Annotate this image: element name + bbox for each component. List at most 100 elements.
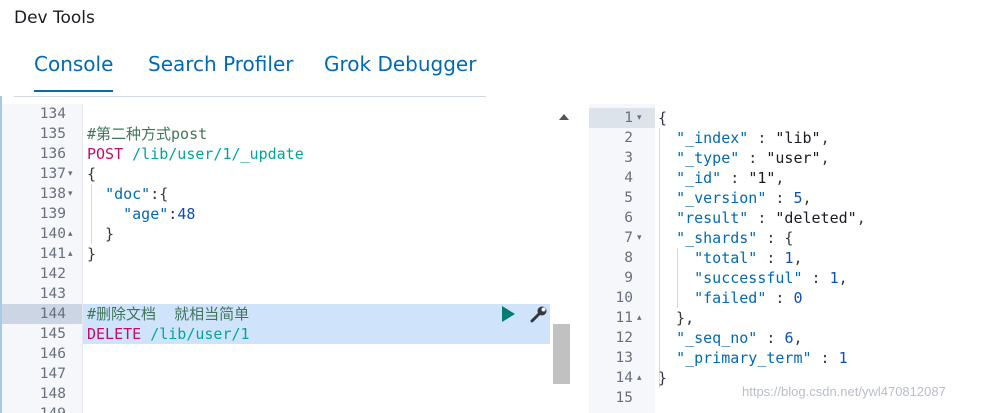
code-line[interactable]: 136 POST /lib/user/1/_update: [2, 144, 572, 164]
request-editor[interactable]: 134 135 #第二种方式post 136 POST /lib/user/1/_upd…: [2, 104, 572, 413]
fold-collapse-icon[interactable]: ▾: [637, 108, 642, 128]
code-token: 0: [793, 289, 803, 307]
code-text[interactable]: },: [658, 308, 694, 328]
line-number: 10: [615, 290, 633, 306]
code-text[interactable]: {: [658, 108, 667, 128]
fold-expand-icon[interactable]: ▴: [68, 244, 73, 264]
code-line[interactable]: 145 DELETE /lib/user/1: [2, 324, 572, 344]
code-token: :: [757, 329, 785, 347]
code-text[interactable]: "_version" : 5,: [658, 188, 811, 208]
scroll-up-icon[interactable]: [559, 114, 569, 120]
code-text[interactable]: DELETE /lib/user/1: [87, 324, 250, 344]
fold-collapse-icon[interactable]: ▾: [68, 164, 73, 184]
code-line[interactable]: 148: [2, 384, 572, 404]
code-token: "age": [123, 205, 169, 223]
code-line[interactable]: 149: [2, 404, 572, 413]
code-text[interactable]: #第二种方式post: [87, 124, 207, 144]
code-text[interactable]: "_seq_no" : 6,: [658, 328, 802, 348]
fold-expand-icon[interactable]: ▴: [637, 368, 642, 388]
code-token: :: [748, 209, 776, 227]
code-line[interactable]: 2 "_index" : "lib",: [589, 128, 1001, 148]
code-text[interactable]: "doc":{: [87, 184, 168, 204]
code-line[interactable]: 13 "_primary_term" : 1: [589, 348, 1001, 368]
fold-collapse-icon[interactable]: ▾: [637, 228, 642, 248]
request-scrollbar[interactable]: [553, 104, 572, 413]
code-line[interactable]: 144 #删除文档 就相当简单: [2, 304, 572, 324]
code-line[interactable]: 147: [2, 364, 572, 384]
code-line[interactable]: 134: [2, 104, 572, 124]
code-token: #删除文档 就相当简单: [87, 305, 250, 323]
code-token: "_id": [676, 169, 722, 187]
code-line[interactable]: 9 "successful" : 1,: [589, 268, 1001, 288]
code-token: DELETE: [87, 325, 151, 343]
fold-collapse-icon[interactable]: ▾: [68, 184, 73, 204]
code-line[interactable]: 1 ▾ {: [589, 108, 1001, 128]
code-text[interactable]: "_id" : "1",: [658, 168, 784, 188]
line-number: 3: [624, 150, 633, 166]
line-number: 11: [615, 310, 633, 326]
code-line[interactable]: 135 #第二种方式post: [2, 124, 572, 144]
code-text[interactable]: }: [87, 244, 96, 264]
line-number: 5: [624, 190, 633, 206]
line-number: 4: [624, 170, 633, 186]
code-line[interactable]: 143: [2, 284, 572, 304]
tab-grok-debugger[interactable]: Grok Debugger: [324, 52, 476, 76]
code-line[interactable]: 141 ▴}: [2, 244, 572, 264]
code-text[interactable]: POST /lib/user/1/_update: [87, 144, 304, 164]
code-token: /lib/user/1: [150, 325, 250, 343]
code-token: "_seq_no": [676, 329, 758, 347]
code-line[interactable]: 8 "total" : 1,: [589, 248, 1001, 268]
code-line[interactable]: 138 ▾ "doc":{: [2, 184, 572, 204]
code-text[interactable]: "successful" : 1,: [658, 268, 848, 288]
code-line[interactable]: 10 "failed" : 0: [589, 288, 1001, 308]
line-number: 134: [39, 106, 66, 122]
code-token: ,: [856, 209, 866, 227]
code-line[interactable]: 4 "_id" : "1",: [589, 168, 1001, 188]
code-token: },: [658, 309, 695, 327]
code-line[interactable]: 142: [2, 264, 572, 284]
code-token: :: [811, 349, 839, 367]
code-text[interactable]: {: [87, 164, 96, 184]
code-token: "_version": [676, 189, 767, 207]
code-text[interactable]: #删除文档 就相当简单: [87, 304, 249, 324]
code-text[interactable]: "total" : 1,: [658, 248, 803, 268]
code-text[interactable]: }: [87, 224, 114, 244]
code-line[interactable]: 3 "_type" : "user",: [589, 148, 1001, 168]
code-line[interactable]: 139 "age":48: [2, 204, 572, 224]
code-token: /lib/user/1/_update: [132, 145, 304, 163]
line-number: 144: [39, 306, 66, 322]
code-line[interactable]: 137 ▾ {: [2, 164, 572, 184]
code-token: "deleted": [775, 209, 857, 227]
code-text[interactable]: "_primary_term" : 1: [658, 348, 848, 368]
code-token: POST: [87, 145, 133, 163]
code-text[interactable]: "_index" : "lib",: [658, 128, 830, 148]
response-viewer[interactable]: 1 ▾{2 "_index" : "lib", 3 "_type" : "user"…: [589, 104, 1001, 413]
code-line[interactable]: 146: [2, 344, 572, 364]
fold-expand-icon[interactable]: ▴: [68, 224, 73, 244]
code-text[interactable]: "result" : "deleted",: [658, 208, 866, 228]
code-text[interactable]: "failed" : 0: [658, 288, 803, 308]
fold-expand-icon[interactable]: ▴: [637, 308, 642, 328]
code-text[interactable]: }: [658, 368, 667, 388]
line-number: 138: [39, 186, 66, 202]
tab-search-profiler[interactable]: Search Profiler: [148, 52, 293, 76]
code-token: ,: [820, 129, 830, 147]
code-line[interactable]: 6 "result" : "deleted",: [589, 208, 1001, 228]
code-line[interactable]: 12 "_seq_no" : 6,: [589, 328, 1001, 348]
code-token: 1: [838, 349, 848, 367]
code-line[interactable]: 7 ▾ "_shards" : {: [589, 228, 1001, 248]
play-icon[interactable]: [502, 306, 515, 322]
tab-console[interactable]: Console: [34, 52, 114, 92]
wrench-icon[interactable]: [530, 305, 548, 323]
code-line[interactable]: 11 ▴ },: [589, 308, 1001, 328]
code-token: ,: [793, 249, 803, 267]
scrollbar-thumb[interactable]: [553, 324, 570, 384]
code-text[interactable]: "_type" : "user",: [658, 148, 830, 168]
code-line[interactable]: 5 "_version" : 5,: [589, 188, 1001, 208]
code-line[interactable]: 140 ▴ }: [2, 224, 572, 244]
code-text[interactable]: "_shards" : {: [658, 228, 793, 248]
code-text[interactable]: "age":48: [87, 204, 195, 224]
